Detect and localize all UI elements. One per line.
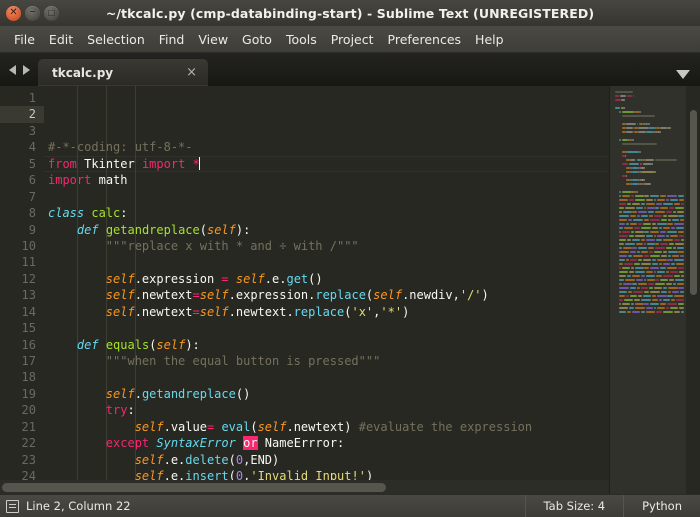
window-controls: ✕ – □ <box>0 5 59 21</box>
close-icon[interactable]: × <box>183 66 200 79</box>
code-line: class calc: <box>48 206 128 221</box>
tab-bar: tkcalc.py × <box>0 53 700 86</box>
line-number: 6 <box>28 173 36 188</box>
line-number: 13 <box>21 288 36 303</box>
line-number-gutter: 1234567891011121314151617181920212223242… <box>0 86 44 480</box>
title-bar: ✕ – □ ~/tkcalc.py (cmp-databinding-start… <box>0 0 700 26</box>
line-number: 1 <box>28 91 36 105</box>
line-number: 20 <box>21 403 36 418</box>
editor-body: 1234567891011121314151617181920212223242… <box>0 86 700 494</box>
close-window-button[interactable]: ✕ <box>6 5 21 21</box>
code-line: """when the equal button is pressed""" <box>48 354 381 369</box>
editor-pane: 1234567891011121314151617181920212223242… <box>0 86 609 494</box>
menu-item-help[interactable]: Help <box>468 30 511 49</box>
menu-bar: File Edit Selection Find View Goto Tools… <box>0 26 700 53</box>
arrow-left-icon[interactable] <box>9 64 16 75</box>
line-number: 7 <box>28 189 36 204</box>
code-line: self.e.delete(0,END) <box>134 452 280 467</box>
line-number: 24 <box>21 469 36 480</box>
line-number: 14 <box>21 304 36 319</box>
code-line: except SyntaxError or NameErrror: <box>105 436 345 451</box>
line-number: 8 <box>28 206 36 221</box>
tab-tkcalc-py[interactable]: tkcalc.py × <box>38 59 208 86</box>
line-number: 12 <box>21 271 36 286</box>
code-line: self.e.insert(0,'Invalid Input!') <box>134 469 374 480</box>
line-number: 5 <box>28 156 36 171</box>
line-number: 16 <box>21 337 36 352</box>
line-number: 21 <box>21 419 36 434</box>
minimap-content <box>615 90 684 494</box>
line-number: 4 <box>28 140 36 155</box>
status-left: Line 2, Column 22 <box>0 499 525 513</box>
line-number: 10 <box>21 238 36 253</box>
code-text[interactable]: #-*-coding: utf-8-*- from Tkinter import … <box>44 86 609 480</box>
maximize-icon: □ <box>47 8 56 17</box>
menu-item-edit[interactable]: Edit <box>42 30 80 49</box>
syntax-indicator[interactable]: Python <box>623 495 700 517</box>
code-line: self.newtext=self.newtext.replace('x','*… <box>105 304 410 319</box>
line-number: 15 <box>21 321 36 336</box>
menu-item-project[interactable]: Project <box>324 30 381 49</box>
menu-item-goto[interactable]: Goto <box>235 30 279 49</box>
minimap-line <box>615 310 684 314</box>
code-line: self.expression = self.e.get() <box>105 271 323 286</box>
code-line: self.value= eval(self.newtext) #evaluate… <box>134 419 533 434</box>
window-title: ~/tkcalc.py (cmp-databinding-start) - Su… <box>105 5 595 21</box>
menu-item-find[interactable]: Find <box>152 30 192 49</box>
minimize-icon: – <box>29 4 36 18</box>
line-number: 18 <box>21 370 36 385</box>
maximize-window-button[interactable]: □ <box>44 5 59 21</box>
minimap-scrollbar-thumb[interactable] <box>690 110 697 295</box>
text-cursor <box>198 156 200 170</box>
tab-nav-arrows <box>6 53 38 86</box>
menu-item-tools[interactable]: Tools <box>279 30 324 49</box>
code-area[interactable]: 1234567891011121314151617181920212223242… <box>0 86 609 480</box>
tab-size-indicator[interactable]: Tab Size: 4 <box>524 495 624 517</box>
code-line: def getandreplace(self): <box>76 222 251 237</box>
chevron-down-icon[interactable] <box>676 70 690 79</box>
minimap[interactable] <box>609 86 700 494</box>
code-line: import math <box>48 173 128 188</box>
menu-item-selection[interactable]: Selection <box>80 30 152 49</box>
code-line: """replace x with * and ÷ with /""" <box>48 238 359 253</box>
menu-item-preferences[interactable]: Preferences <box>381 30 469 49</box>
line-number: 23 <box>21 452 36 467</box>
tab-label: tkcalc.py <box>52 65 114 80</box>
line-number: 22 <box>21 436 36 451</box>
sublime-text-window: ✕ – □ ~/tkcalc.py (cmp-databinding-start… <box>0 0 700 517</box>
line-number: 11 <box>21 255 36 270</box>
code-line: #-*-coding: utf-8-*- <box>48 140 193 155</box>
menu-item-file[interactable]: File <box>7 30 42 49</box>
line-number: 17 <box>21 354 36 368</box>
horizontal-scrollbar[interactable] <box>0 480 609 494</box>
cursor-position: Line 2, Column 22 <box>26 499 131 513</box>
document-icon <box>6 499 19 513</box>
close-icon: ✕ <box>9 7 18 18</box>
line-number: 9 <box>28 222 36 237</box>
status-bar: Line 2, Column 22 Tab Size: 4 Python <box>0 494 700 517</box>
arrow-right-icon[interactable] <box>23 64 30 75</box>
code-line: def equals(self): <box>76 337 200 352</box>
status-right: Tab Size: 4 Python <box>524 495 700 517</box>
line-number: 19 <box>21 386 36 401</box>
menu-item-view[interactable]: View <box>191 30 235 49</box>
code-line: self.getandreplace() <box>105 386 251 401</box>
horizontal-scrollbar-thumb[interactable] <box>2 482 387 492</box>
line-number: 2 <box>0 106 44 123</box>
minimize-window-button[interactable]: – <box>25 5 40 21</box>
line-number: 3 <box>28 123 36 138</box>
code-line: from Tkinter import * <box>44 155 609 173</box>
code-line: try: <box>105 403 135 418</box>
code-line: self.newtext=self.expression.replace(sel… <box>105 288 489 303</box>
